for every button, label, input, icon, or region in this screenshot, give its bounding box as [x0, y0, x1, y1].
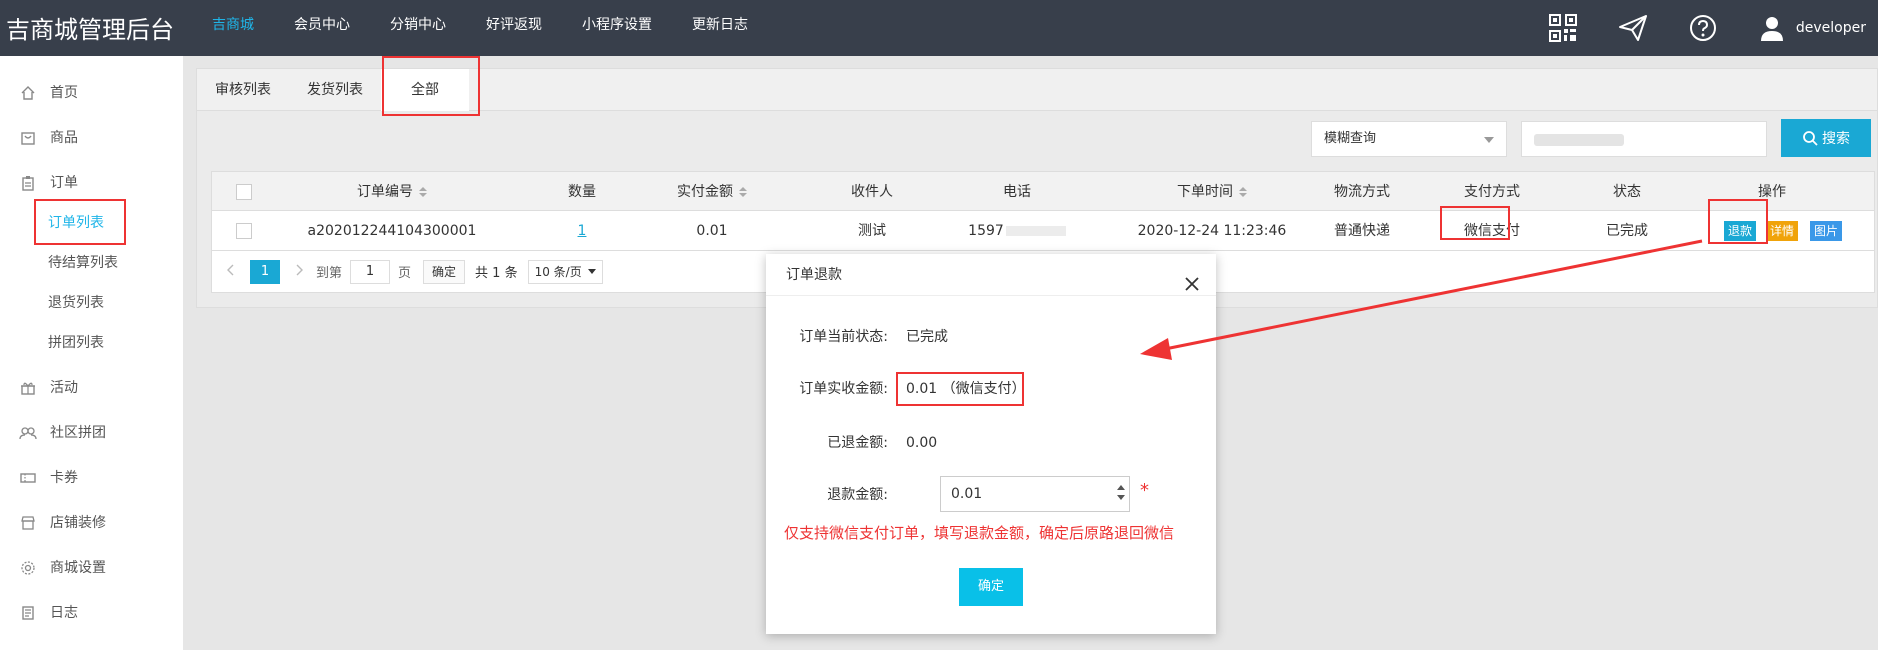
- annotation-arrow: [1140, 239, 1703, 360]
